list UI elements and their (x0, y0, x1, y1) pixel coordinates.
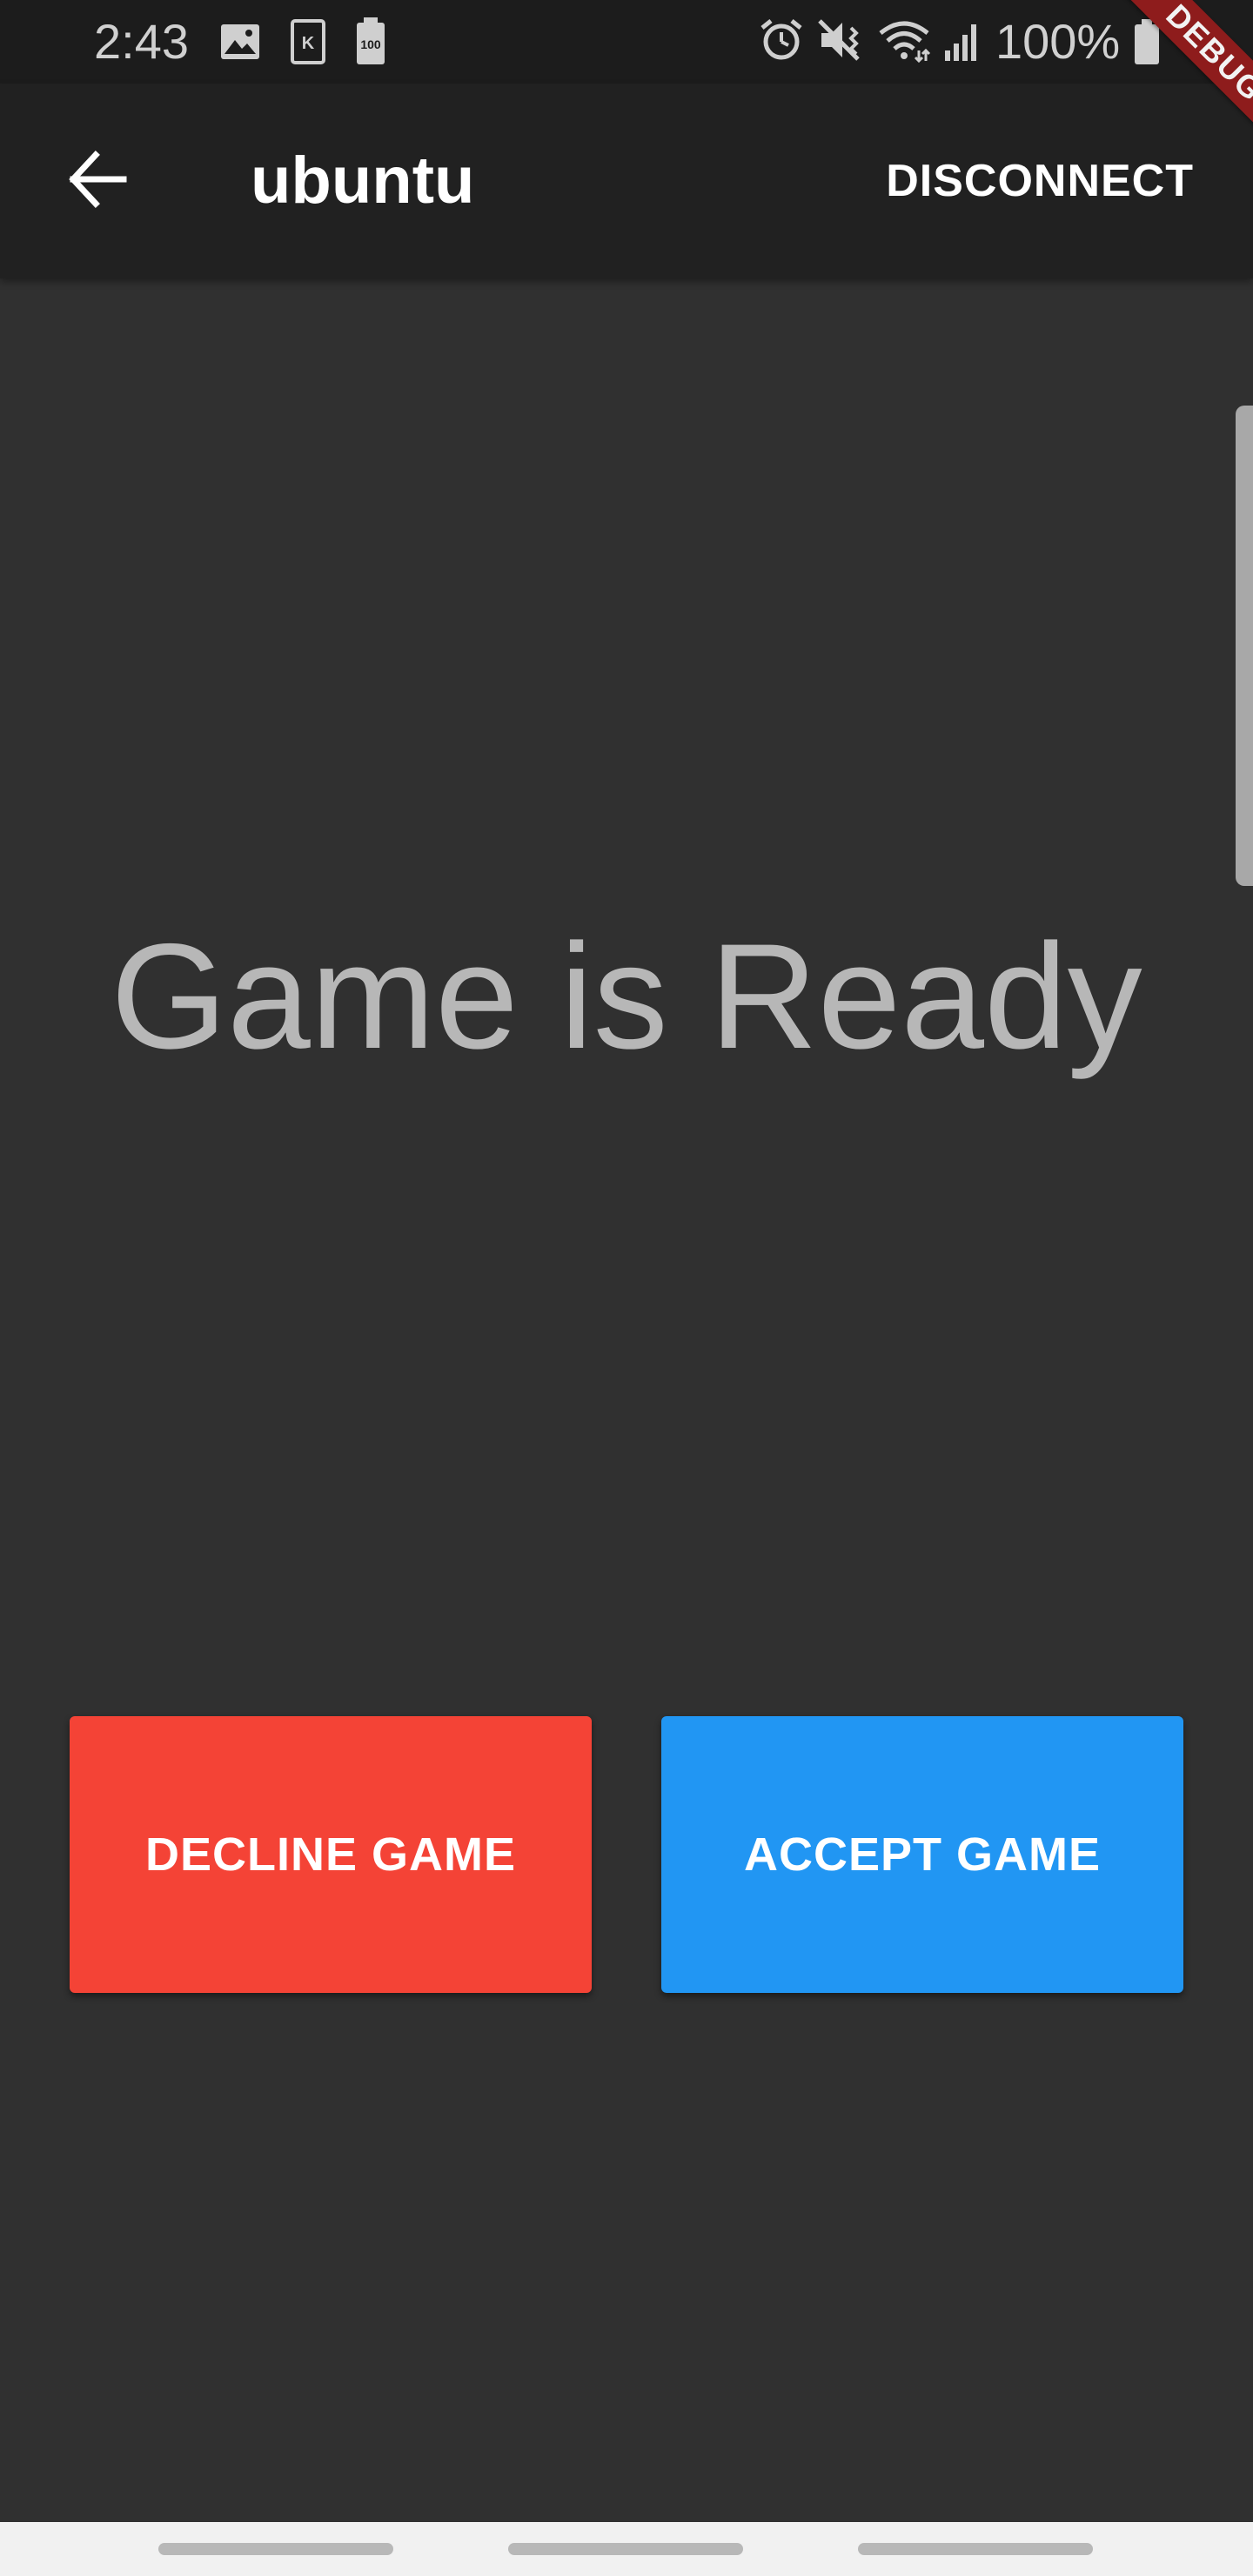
status-time: 2:43 (94, 14, 189, 69)
battery-icon (1133, 19, 1161, 70)
k-icon: K (291, 19, 325, 69)
alarm-icon (759, 17, 804, 67)
scrollbar-thumb[interactable] (1236, 406, 1253, 886)
system-nav-bar (0, 2522, 1253, 2576)
arrow-back-icon (66, 148, 129, 215)
battery-percent: 100% (995, 14, 1121, 69)
nav-recents-pill[interactable] (158, 2543, 393, 2555)
k-icon-label: K (302, 34, 315, 53)
game-status-headline: Game is Ready (111, 913, 1142, 1080)
back-button[interactable] (49, 132, 146, 230)
decline-game-label: DECLINE GAME (144, 1828, 517, 1881)
decline-game-button[interactable]: DECLINE GAME (70, 1716, 592, 1993)
battery-saver-icon: 100 (355, 17, 386, 70)
game-ready-screen: 2:43 K 100 100% ubuntu DISCONNECT DEBUG … (0, 0, 1253, 2576)
battery-saver-label: 100 (360, 37, 381, 51)
status-right-icons (759, 17, 982, 67)
disconnect-button[interactable]: DISCONNECT (886, 150, 1194, 212)
vibrate-icon (816, 17, 865, 67)
app-bar: ubuntu DISCONNECT (0, 84, 1253, 278)
nav-back-pill[interactable] (858, 2543, 1093, 2555)
app-title: ubuntu (251, 144, 475, 218)
image-icon (219, 21, 261, 67)
accept-game-label: ACCEPT GAME (743, 1828, 1101, 1881)
status-left-icons: K 100 (219, 17, 386, 70)
nav-home-pill[interactable] (508, 2543, 743, 2555)
signal-icon (943, 17, 982, 67)
wifi-icon (877, 17, 931, 67)
status-bar: 2:43 K 100 100% (0, 0, 1253, 84)
accept-game-button[interactable]: ACCEPT GAME (661, 1716, 1183, 1993)
